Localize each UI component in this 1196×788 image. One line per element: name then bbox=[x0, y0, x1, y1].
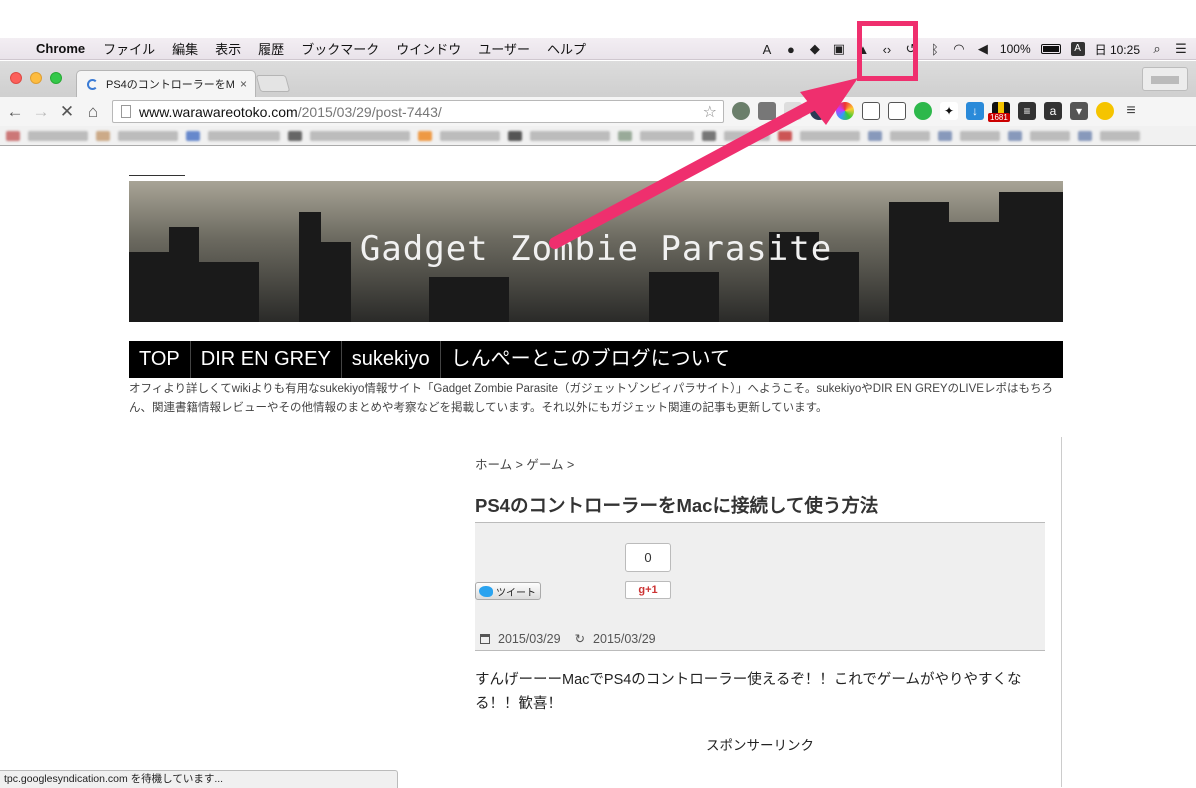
annotation-arrow-head bbox=[800, 78, 858, 125]
annotation-arrow bbox=[549, 78, 858, 249]
annotation-arrow-shaft bbox=[549, 94, 828, 249]
